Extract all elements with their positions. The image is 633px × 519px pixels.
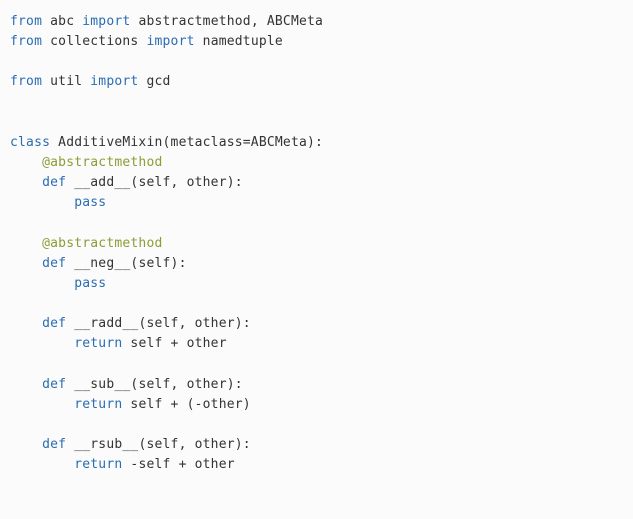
code-token: abstractmethod, ABCMeta — [130, 14, 323, 29]
code-token: @abstractmethod — [42, 155, 162, 170]
code-token: import — [90, 74, 138, 89]
code-token: def — [42, 377, 66, 392]
code-token — [10, 155, 42, 170]
code-token — [10, 316, 42, 331]
code-token: import — [82, 14, 130, 29]
code-token: def — [42, 256, 66, 271]
code-token: __radd__(self, other): — [66, 316, 251, 331]
code-token — [10, 437, 42, 452]
code-token: gcd — [138, 74, 170, 89]
code-line: from util import gcd — [10, 74, 171, 89]
code-token: util — [42, 74, 90, 89]
code-line: pass — [10, 195, 106, 210]
code-line: def __add__(self, other): — [10, 175, 243, 190]
code-token: return — [74, 457, 122, 472]
code-token: -self + other — [122, 457, 234, 472]
code-token: self + (-other) — [122, 397, 250, 412]
code-token — [10, 377, 42, 392]
code-token: return — [74, 397, 122, 412]
code-token — [10, 195, 74, 210]
code-line: @abstractmethod — [10, 155, 163, 170]
code-line: @abstractmethod — [10, 236, 163, 251]
code-token: namedtuple — [195, 34, 283, 49]
code-token: pass — [74, 276, 106, 291]
code-token: import — [146, 34, 194, 49]
code-token — [10, 397, 74, 412]
code-token: @abstractmethod — [42, 236, 162, 251]
code-token: from — [10, 34, 42, 49]
code-line: return -self + other — [10, 457, 235, 472]
code-line: from collections import namedtuple — [10, 34, 283, 49]
code-token — [10, 236, 42, 251]
code-block: from abc import abstractmethod, ABCMeta … — [10, 12, 623, 475]
code-token: __neg__(self): — [66, 256, 186, 271]
code-token: from — [10, 14, 42, 29]
code-token: __sub__(self, other): — [66, 377, 243, 392]
code-line: from abc import abstractmethod, ABCMeta — [10, 14, 323, 29]
code-line: pass — [10, 276, 106, 291]
code-token: abc — [42, 14, 82, 29]
code-line: return self + (-other) — [10, 397, 251, 412]
code-token: __rsub__(self, other): — [66, 437, 251, 452]
code-token: __add__(self, other): — [66, 175, 243, 190]
code-token: from — [10, 74, 42, 89]
code-token: pass — [74, 195, 106, 210]
code-line: class AdditiveMixin(metaclass=ABCMeta): — [10, 135, 323, 150]
code-token: return — [74, 336, 122, 351]
code-token: def — [42, 175, 66, 190]
code-token — [10, 457, 74, 472]
code-token: class — [10, 135, 50, 150]
code-line: def __neg__(self): — [10, 256, 187, 271]
code-token: self + other — [122, 336, 226, 351]
code-line: def __radd__(self, other): — [10, 316, 251, 331]
code-token: collections — [42, 34, 146, 49]
code-line: return self + other — [10, 336, 227, 351]
code-token — [10, 336, 74, 351]
code-token — [10, 175, 42, 190]
code-line: def __rsub__(self, other): — [10, 437, 251, 452]
code-token: def — [42, 437, 66, 452]
code-token: AdditiveMixin(metaclass=ABCMeta): — [50, 135, 323, 150]
code-line: def __sub__(self, other): — [10, 377, 243, 392]
code-token — [10, 276, 74, 291]
code-token — [10, 256, 42, 271]
code-token: def — [42, 316, 66, 331]
